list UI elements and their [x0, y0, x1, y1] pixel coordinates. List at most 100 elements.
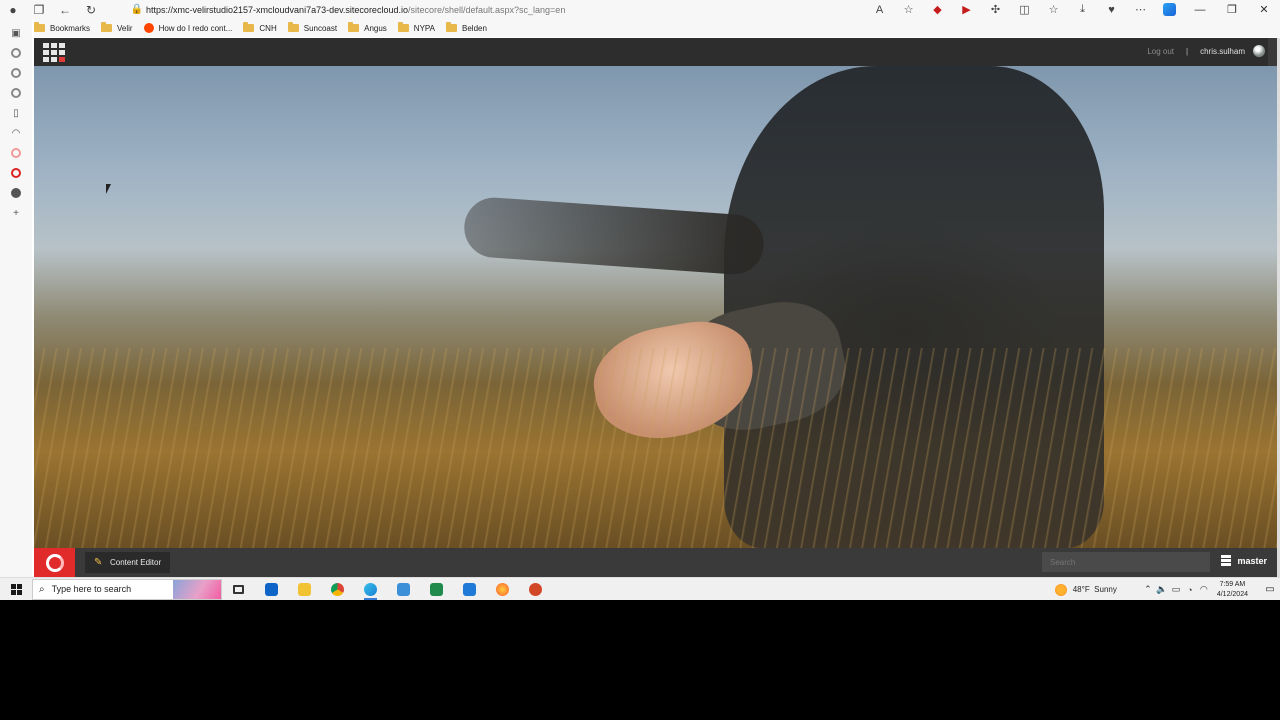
favorites-icon[interactable]: ☆ [1039, 0, 1068, 19]
extensions-icon[interactable]: ✣ [981, 0, 1010, 19]
sidebar-tab-icon[interactable]: ▣ [6, 23, 26, 43]
task-view-icon[interactable] [222, 578, 255, 601]
logout-link[interactable]: Log out [1147, 47, 1174, 56]
vscode-icon[interactable] [453, 578, 486, 601]
bookmarks-bar: Bookmarks Velir How do I redo cont... CN… [34, 19, 1280, 37]
edge-sidebar: ▣ ▯ ◠ + [0, 19, 32, 577]
sitecore-launchpad: Log out | chris.sulham ✎ Content Editor [34, 38, 1277, 577]
favorite-star-icon[interactable]: ☆ [894, 0, 923, 19]
notifications-icon[interactable]: ▭ [1260, 584, 1280, 595]
browser-actions: A ☆ ◆ ▶ ✣ ◫ ☆ ⤓ ♥ ⋯ — ❐ ✕ [865, 0, 1280, 19]
folder-icon [287, 22, 299, 32]
excel-icon[interactable] [420, 578, 453, 601]
sidebar-tab-icon[interactable] [6, 183, 26, 203]
bookmark-item[interactable]: NYPA [397, 22, 435, 33]
split-screen-icon[interactable]: ◫ [1010, 0, 1039, 19]
bookmark-item[interactable]: Suncoast [287, 22, 337, 33]
photo-arm [462, 195, 766, 277]
chrome-icon[interactable] [321, 578, 354, 601]
remote-desktop-icon[interactable] [387, 578, 420, 601]
search-icon: ⌕ [39, 583, 45, 595]
background-photo [34, 66, 1277, 548]
header-separator: | [1186, 46, 1189, 56]
outlook-icon[interactable] [255, 578, 288, 601]
database-selector[interactable]: master [1221, 555, 1267, 566]
desktop-screen: ● ❐ ← ↻ 🔒 https://xmc-velirstudio2157-xm… [0, 0, 1280, 600]
taskbar-search[interactable]: ⌕ Type here to search [32, 578, 222, 600]
windows-start-button[interactable] [0, 578, 32, 601]
url-path: /sitecore/shell/default.aspx?sc_lang=en [407, 4, 566, 15]
tray-chevron-icon[interactable]: ⌃ [1141, 584, 1155, 595]
folder-icon [243, 22, 255, 32]
sitecore-taskbar: ✎ Content Editor master [34, 548, 1277, 577]
wifi-icon[interactable]: ◠ [1197, 584, 1211, 595]
sidebar-tab-icon[interactable]: ◠ [6, 123, 26, 143]
volume-icon[interactable]: 🔈 [1155, 584, 1169, 595]
taskbar-clock[interactable]: 7:59 AM 4/12/2024 [1217, 580, 1248, 600]
header-scrollbar [1268, 38, 1277, 66]
folder-icon [348, 22, 360, 32]
database-icon [1221, 555, 1232, 566]
copilot-icon[interactable] [1155, 0, 1184, 19]
firefox-icon[interactable] [486, 578, 519, 601]
search-highlight-art [173, 579, 221, 599]
bookmark-item[interactable]: Velir [101, 22, 133, 33]
sidebar-page-icon[interactable]: ▯ [6, 103, 26, 123]
tabs-icon[interactable]: ❐ [26, 0, 52, 19]
ublock-extension-icon[interactable]: ◆ [923, 0, 952, 19]
close-icon[interactable]: ✕ [1248, 3, 1280, 16]
header-user-area: Log out | chris.sulham [1147, 45, 1265, 57]
launchpad-grid-icon[interactable] [43, 43, 65, 62]
database-label: master [1237, 555, 1267, 566]
sidebar-tab-icon[interactable] [6, 63, 26, 83]
performance-icon[interactable]: ♥ [1097, 0, 1126, 19]
sidebar-tab-icon[interactable] [6, 43, 26, 63]
username[interactable]: chris.sulham [1200, 47, 1245, 56]
file-explorer-icon[interactable] [288, 578, 321, 601]
sidebar-tab-icon[interactable] [6, 83, 26, 103]
windows-logo-icon [10, 583, 22, 595]
sidebar-sitecore-icon[interactable] [6, 163, 26, 183]
minimize-icon[interactable]: — [1184, 4, 1216, 16]
profile-icon[interactable]: ● [0, 0, 26, 19]
back-icon[interactable]: ← [52, 0, 78, 19]
folder-icon [446, 22, 457, 32]
battery-icon[interactable]: ▭ [1169, 584, 1183, 595]
photo-grass [34, 348, 1277, 548]
clock-time: 7:59 AM [1219, 580, 1246, 588]
sidebar-sitecore-icon[interactable] [6, 143, 26, 163]
folder-icon [101, 22, 113, 32]
sitecore-logo-icon [45, 553, 64, 572]
content-editor-label: Content Editor [110, 558, 162, 567]
folder-icon [397, 22, 409, 32]
bookmark-item[interactable]: Angus [348, 22, 387, 33]
search-input[interactable] [1042, 552, 1210, 572]
lock-icon: 🔒 [130, 4, 144, 15]
youtube-extension-icon[interactable]: ▶ [952, 0, 981, 19]
bookmark-item[interactable]: CNH [243, 22, 277, 33]
restore-icon[interactable]: ❐ [1216, 3, 1248, 16]
pencil-icon: ✎ [94, 556, 103, 568]
powerpoint-icon[interactable] [519, 578, 552, 601]
clock-date: 4/12/2024 [1216, 590, 1248, 598]
sitecore-header: Log out | chris.sulham [34, 38, 1277, 66]
downloads-icon[interactable]: ⤓ [1068, 0, 1097, 19]
weather-sun-icon [1054, 583, 1067, 596]
weather-temp[interactable]: 48°F [1073, 585, 1090, 594]
weather-desc[interactable]: Sunny [1094, 585, 1117, 594]
taskbar-search-placeholder: Type here to search [51, 584, 132, 594]
network-icon[interactable]: ◔ [1183, 585, 1197, 595]
add-tab-icon[interactable]: + [6, 203, 26, 223]
sitecore-start-button[interactable] [34, 548, 75, 577]
read-aloud-icon[interactable]: A [865, 0, 894, 19]
content-editor-button[interactable]: ✎ Content Editor [85, 552, 171, 573]
bookmark-item[interactable]: How do I redo cont... [143, 23, 232, 33]
avatar[interactable] [1253, 45, 1265, 57]
bookmark-item[interactable]: Bookmarks [34, 22, 90, 33]
address-bar[interactable]: 🔒 https://xmc-velirstudio2157-xmcloudvan… [128, 1, 888, 18]
refresh-icon[interactable]: ↻ [78, 0, 104, 19]
edge-icon[interactable] [354, 578, 387, 601]
more-menu-icon[interactable]: ⋯ [1126, 0, 1155, 19]
reddit-icon [143, 23, 154, 33]
bookmark-item[interactable]: Belden [446, 22, 487, 33]
